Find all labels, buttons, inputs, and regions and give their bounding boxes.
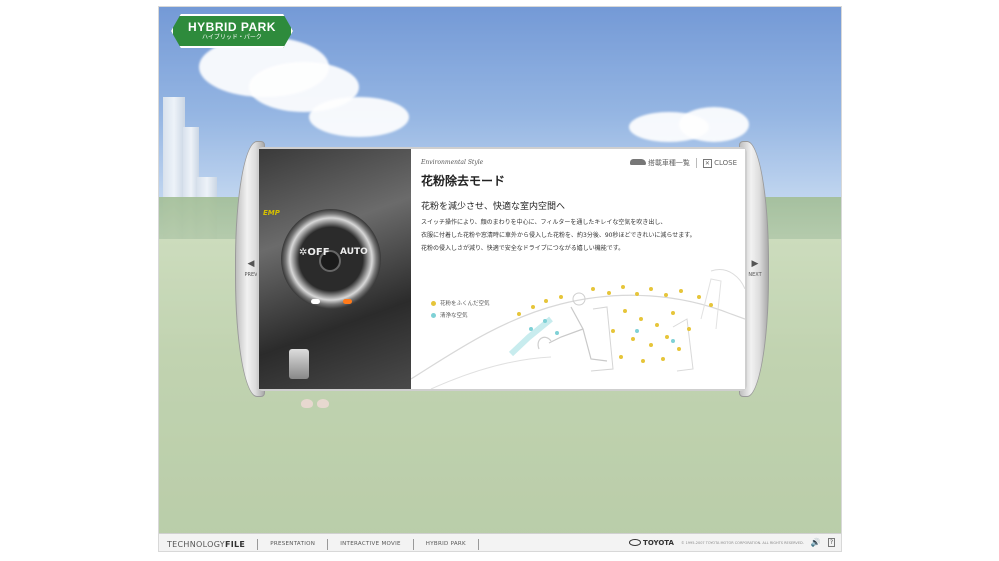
photo-auto-label: AUTO [340,247,368,257]
character-feet [299,399,333,411]
footer-bar: TECHNOLOGYFILE PRESENTATION INTERACTIVE … [159,533,841,551]
legend-clean-label: 清浄な空気 [440,313,468,319]
models-link[interactable]: 搭載車種一覧 [629,158,690,168]
toyota-logo[interactable]: TOYOTA [629,539,674,547]
brand-light: TECHNOLOGY [167,539,225,549]
clean-dot-icon [431,312,436,318]
modal-subtitle: 花粉を減少させ、快適な室内空間へ [421,202,566,212]
body-line-1: スイッチ操作により、顔のまわりを中心に、フィルターを通したキレイな空気を吹き出し… [421,219,667,226]
toyota-emblem-icon [629,539,642,546]
logo-title: HYBRID PARK [188,20,276,34]
close-label: CLOSE [714,158,737,167]
close-icon: ✕ [702,158,712,168]
footer-right: TOYOTA © 1995-2007 TOYOTA MOTOR CORPORAT… [629,538,835,547]
copyright: © 1995-2007 TOYOTA MOTOR CORPORATION. AL… [680,540,804,545]
photo-off-label: ✲OFF [299,247,330,258]
legend-pollen-label: 花粉をふくんだ空気 [440,301,490,307]
info-modal: ◀ PREV ▶ NEXT EMP ✲OFF AUTO 搭載車種一覧 ✕ CLO… [235,141,769,397]
led-orange [343,299,352,304]
body-line-3: 花粉の侵入しさが減り、快適で安全なドライブにつながる嬉しい機能です。 [421,245,625,252]
pollen-dot-icon [431,300,436,306]
help-icon[interactable]: ? [827,538,835,547]
modal-content: 搭載車種一覧 ✕ CLOSE Environmental Style 花粉除去モ… [411,149,745,389]
climate-control-photo: EMP ✲OFF AUTO [259,149,411,389]
led-white [311,299,320,304]
technology-file-brand[interactable]: TECHNOLOGYFILE [167,540,245,549]
toyota-wordmark: TOYOTA [643,538,674,547]
body-line-2: 衣服に付着した花粉や窓清時に車外から侵入した花粉を、約3分後、90秒ほどできれい… [421,232,696,239]
footer-interactive-movie[interactable]: INTERACTIVE MOVIE [340,541,401,547]
modal-header-links: 搭載車種一覧 ✕ CLOSE [629,158,737,168]
volume-icon[interactable]: 🔊 [811,538,821,547]
photo-emp-label: EMP [263,209,280,217]
car-icon [629,159,646,165]
car-interior-illustration [411,269,745,389]
legend-pollen: 花粉をふくんだ空気 [431,299,490,307]
footer-presentation[interactable]: PRESENTATION [270,541,315,547]
logo-subtitle: ハイブリッド・パーク [202,34,262,41]
app-stage: HYBRID PARK ハイブリッド・パーク ◀ PREV ▶ NEXT EMP… [158,6,842,552]
modal-title: 花粉除去モード [421,174,506,188]
brand-bold: FILE [224,539,246,549]
models-link-label: 搭載車種一覧 [647,159,690,167]
close-button[interactable]: ✕ CLOSE [702,158,737,168]
hybrid-park-logo[interactable]: HYBRID PARK ハイブリッド・パーク [171,14,293,48]
footer-hybrid-park[interactable]: HYBRID PARK [426,541,466,547]
section-eyebrow: Environmental Style [421,159,484,166]
legend-clean: 清浄な空気 [431,311,468,319]
